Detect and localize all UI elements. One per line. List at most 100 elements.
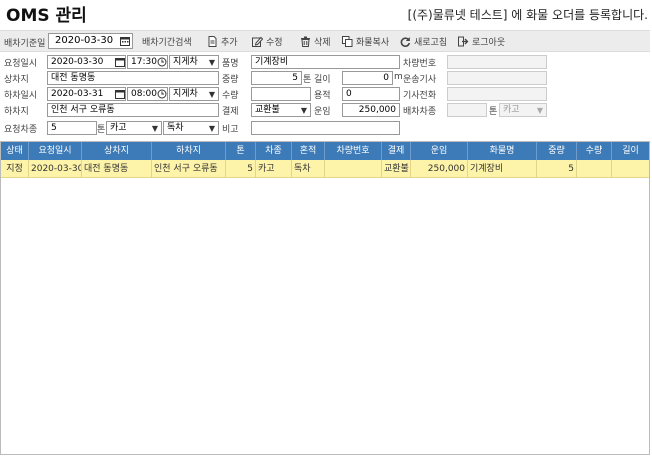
logout-button[interactable]: 로그아웃 — [458, 34, 505, 49]
load-place-input[interactable]: 대전 동명동 — [47, 71, 219, 85]
unload-place-input[interactable]: 인천 서구 오류동 — [47, 103, 219, 117]
load-place-label: 상차지 — [4, 75, 29, 85]
col-header-vehicle-number[interactable]: 차량번호 — [325, 142, 382, 160]
weight-input[interactable]: 5 — [251, 71, 302, 85]
header: OMS 관리 [(주)물류넷 테스트] 에 화물 오더를 등록합니다. — [0, 0, 652, 28]
col-header-mixed-load[interactable]: 혼적 — [292, 142, 325, 160]
clock-icon[interactable] — [157, 57, 167, 67]
col-header-vehicle-type[interactable]: 차종 — [256, 142, 292, 160]
col-header-quantity[interactable]: 수량 — [577, 142, 612, 160]
vehicle-number-label: 차량번호 — [403, 59, 437, 69]
driver-phone-label: 기사전화 — [403, 91, 437, 101]
grid-header: 상태 요청일시 상차지 하차지 톤 차종 혼적 차량번호 결제 운임 화물명 중… — [1, 142, 649, 160]
col-header-load-place[interactable]: 상차지 — [82, 142, 152, 160]
toolbar: 배차기준일 2020-03-30 배차기간검색 추가 수정 삭제 화물복사 새로… — [0, 30, 650, 52]
col-header-length[interactable]: 길이 — [612, 142, 649, 160]
cell-length — [612, 160, 649, 178]
payment-label: 결제 — [222, 107, 239, 117]
chevron-down-icon: ▼ — [208, 58, 215, 67]
col-header-payment[interactable]: 결제 — [382, 142, 411, 160]
vehicle-number-input[interactable] — [447, 55, 547, 69]
col-header-unload-place[interactable]: 하차지 — [152, 142, 226, 160]
cell-unload-place: 인천 서구 오류동 — [152, 160, 226, 178]
period-search-button[interactable]: 배차기간검색 — [142, 34, 192, 49]
refresh-icon — [400, 37, 411, 47]
remark-input[interactable] — [251, 121, 400, 135]
clock-icon[interactable] — [157, 89, 167, 99]
unload-place-label: 하차지 — [4, 107, 29, 117]
quantity-label: 수량 — [222, 91, 239, 101]
order-grid: 상태 요청일시 상차지 하차지 톤 차종 혼적 차량번호 결제 운임 화물명 중… — [0, 141, 650, 455]
cell-status: 지정 — [1, 160, 29, 178]
table-row[interactable]: 지정 2020-03-30 1 대전 동명동 인천 서구 오류동 5 카고 독차… — [1, 160, 649, 178]
trash-icon — [301, 36, 310, 47]
unload-datetime-label: 하차일시 — [4, 91, 38, 101]
volume-label: 용적 — [314, 91, 331, 101]
dispatch-vehicle-label: 배차차종 — [403, 107, 437, 117]
delete-button[interactable]: 삭제 — [300, 34, 331, 49]
request-ton-input[interactable]: 5 — [47, 121, 97, 135]
cell-cargo-name: 기계장비 — [468, 160, 537, 178]
request-load-mode-select[interactable]: 독차 ▼ — [163, 121, 219, 135]
col-header-weight[interactable]: 중량 — [537, 142, 577, 160]
dispatch-ton-input[interactable] — [447, 103, 487, 117]
chevron-down-icon: ▼ — [208, 124, 215, 133]
refresh-button[interactable]: 새로고침 — [400, 34, 447, 49]
dispatch-date-value: 2020-03-30 — [55, 35, 114, 46]
edit-icon — [252, 36, 263, 47]
copy-cargo-button[interactable]: 화물복사 — [342, 34, 389, 49]
calendar-icon[interactable] — [120, 36, 130, 46]
calendar-icon[interactable] — [115, 57, 125, 67]
unload-equipment-select[interactable]: 지게차 ▼ — [169, 87, 219, 101]
dispatch-ton-unit: 톤 — [489, 107, 498, 117]
cell-load-place: 대전 동명동 — [82, 160, 152, 178]
request-equipment-select[interactable]: 지게차 ▼ — [169, 55, 219, 69]
col-header-fare[interactable]: 운임 — [411, 142, 468, 160]
dispatch-date-label: 배차기준일 — [4, 39, 46, 49]
calendar-icon[interactable] — [115, 89, 125, 99]
chevron-down-icon: ▼ — [300, 106, 307, 115]
request-vehicle-type-select[interactable]: 카고 ▼ — [106, 121, 162, 135]
payment-select[interactable]: 교환불 ▼ — [251, 103, 311, 117]
dispatch-vehicle-type-select[interactable]: 카고 ▼ — [499, 103, 547, 117]
col-header-ton[interactable]: 톤 — [226, 142, 256, 160]
document-icon — [208, 36, 217, 47]
volume-input[interactable]: 0 — [342, 87, 400, 101]
cell-mixed-load: 독차 — [292, 160, 325, 178]
col-header-status[interactable]: 상태 — [1, 142, 29, 160]
fare-label: 운임 — [314, 107, 331, 117]
quantity-input[interactable] — [251, 87, 311, 101]
cell-weight: 5 — [537, 160, 577, 178]
request-datetime-label: 요청일시 — [4, 59, 38, 69]
cell-request-datetime: 2020-03-30 1 — [29, 160, 82, 178]
weight-unit: 톤 — [303, 75, 312, 85]
order-form: 요청일시 2020-03-30 17:30 지게차 ▼ 품명 기계장비 차량번호 … — [0, 54, 652, 136]
cell-payment: 교환불 — [382, 160, 411, 178]
chevron-down-icon: ▼ — [151, 124, 158, 133]
col-header-cargo-name[interactable]: 화물명 — [468, 142, 537, 160]
remark-label: 비고 — [222, 125, 239, 135]
page-title: OMS 관리 — [6, 6, 87, 26]
col-header-request-datetime[interactable]: 요청일시 — [29, 142, 82, 160]
add-button[interactable]: 추가 — [207, 34, 238, 49]
chevron-down-icon: ▼ — [536, 106, 543, 115]
driver-label: 운송기사 — [403, 75, 437, 85]
length-input[interactable]: 0 — [342, 71, 393, 85]
driver-input[interactable] — [447, 71, 547, 85]
item-input[interactable]: 기계장비 — [251, 55, 400, 69]
item-label: 품명 — [222, 59, 239, 69]
cell-vehicle-number — [325, 160, 382, 178]
request-vehicle-label: 요청차종 — [4, 125, 38, 135]
cell-fare: 250,000 — [411, 160, 468, 178]
weight-label: 중량 — [222, 75, 239, 85]
length-label: 길이 — [314, 75, 331, 85]
fare-input[interactable]: 250,000 — [342, 103, 400, 117]
logout-icon — [458, 36, 469, 47]
welcome-message: [(주)물류넷 테스트] 에 화물 오더를 등록합니다. — [407, 8, 648, 22]
cell-vehicle-type: 카고 — [256, 160, 292, 178]
driver-phone-input[interactable] — [447, 87, 547, 101]
length-unit: m — [394, 72, 403, 82]
dispatch-date-input[interactable]: 2020-03-30 — [48, 33, 133, 49]
cell-ton: 5 — [226, 160, 256, 178]
edit-button[interactable]: 수정 — [252, 34, 283, 49]
